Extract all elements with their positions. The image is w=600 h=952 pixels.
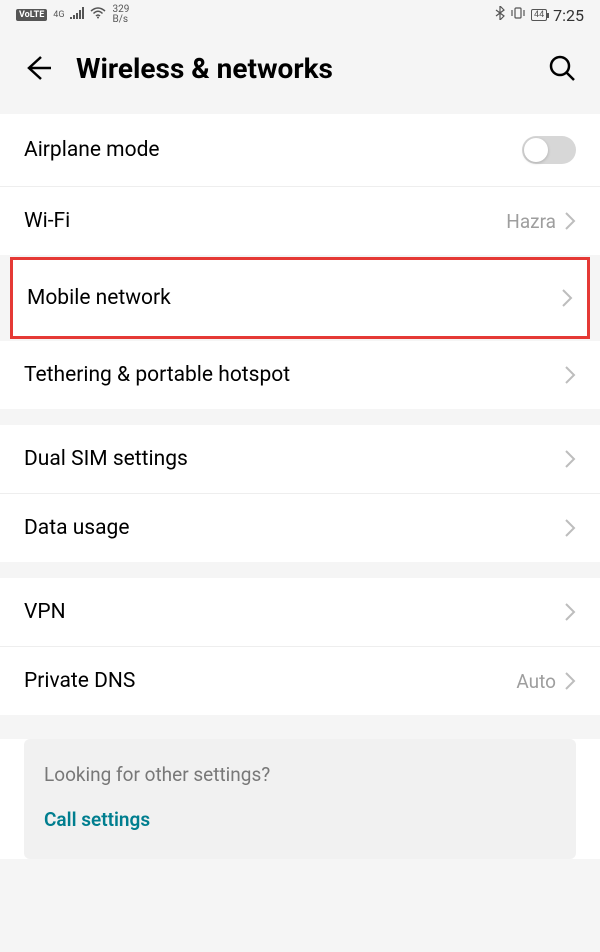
chevron-right-icon [564, 449, 576, 469]
wifi-label: Wi-Fi [24, 209, 70, 233]
vpn-row[interactable]: VPN [0, 578, 600, 647]
toggle-knob [524, 138, 548, 162]
section-connectivity: Airplane mode Wi-Fi Hazra [0, 114, 600, 255]
chevron-right-icon [564, 211, 576, 231]
private-dns-value: Auto [516, 670, 556, 693]
section-advanced: VPN Private DNS Auto [0, 578, 600, 715]
call-settings-link[interactable]: Call settings [44, 808, 556, 831]
data-usage-row[interactable]: Data usage [0, 494, 600, 562]
private-dns-label: Private DNS [24, 669, 135, 693]
page-title: Wireless & networks [76, 52, 524, 85]
chevron-right-icon [564, 365, 576, 385]
header: Wireless & networks [0, 30, 600, 114]
back-button[interactable] [20, 50, 56, 86]
airplane-mode-row[interactable]: Airplane mode [0, 114, 600, 187]
airplane-mode-toggle[interactable] [522, 136, 576, 164]
tethering-label: Tethering & portable hotspot [24, 363, 290, 387]
tethering-row[interactable]: Tethering & portable hotspot [0, 341, 600, 409]
wifi-row[interactable]: Wi-Fi Hazra [0, 187, 600, 255]
data-usage-label: Data usage [24, 516, 129, 540]
signal-icon [70, 7, 84, 23]
data-speed: 329 B/s [112, 5, 129, 25]
network-gen: 4G [53, 10, 64, 20]
wifi-value: Hazra [506, 210, 556, 233]
chevron-right-icon [564, 518, 576, 538]
status-right: 44 7:25 [495, 6, 584, 25]
section-divider [0, 409, 600, 425]
clock: 7:25 [553, 6, 584, 25]
battery-icon: 44 [531, 9, 547, 21]
search-button[interactable] [544, 50, 580, 86]
airplane-mode-label: Airplane mode [24, 138, 160, 162]
status-bar: VoLTE 4G 329 B/s 44 7:25 [0, 0, 600, 30]
mobile-network-highlight: Mobile network [10, 257, 590, 339]
section-connectivity-2: Tethering & portable hotspot [0, 341, 600, 409]
chevron-right-icon [564, 671, 576, 691]
mobile-network-row[interactable]: Mobile network [13, 260, 587, 336]
back-arrow-icon [23, 53, 53, 83]
chevron-right-icon [564, 602, 576, 622]
dual-sim-row[interactable]: Dual SIM settings [0, 425, 600, 494]
search-icon [548, 54, 576, 82]
section-divider [0, 562, 600, 578]
private-dns-row[interactable]: Private DNS Auto [0, 647, 600, 715]
dual-sim-label: Dual SIM settings [24, 447, 188, 471]
status-left: VoLTE 4G 329 B/s [16, 5, 129, 25]
chevron-right-icon [561, 288, 573, 308]
wifi-icon [90, 7, 106, 23]
other-settings-question: Looking for other settings? [44, 763, 556, 786]
bluetooth-icon [495, 6, 505, 24]
vpn-label: VPN [24, 600, 66, 624]
section-sim: Dual SIM settings Data usage [0, 425, 600, 562]
other-settings-card: Looking for other settings? Call setting… [24, 739, 576, 859]
mobile-network-label: Mobile network [27, 286, 171, 310]
volte-badge: VoLTE [16, 9, 47, 21]
vibrate-icon [511, 6, 525, 24]
